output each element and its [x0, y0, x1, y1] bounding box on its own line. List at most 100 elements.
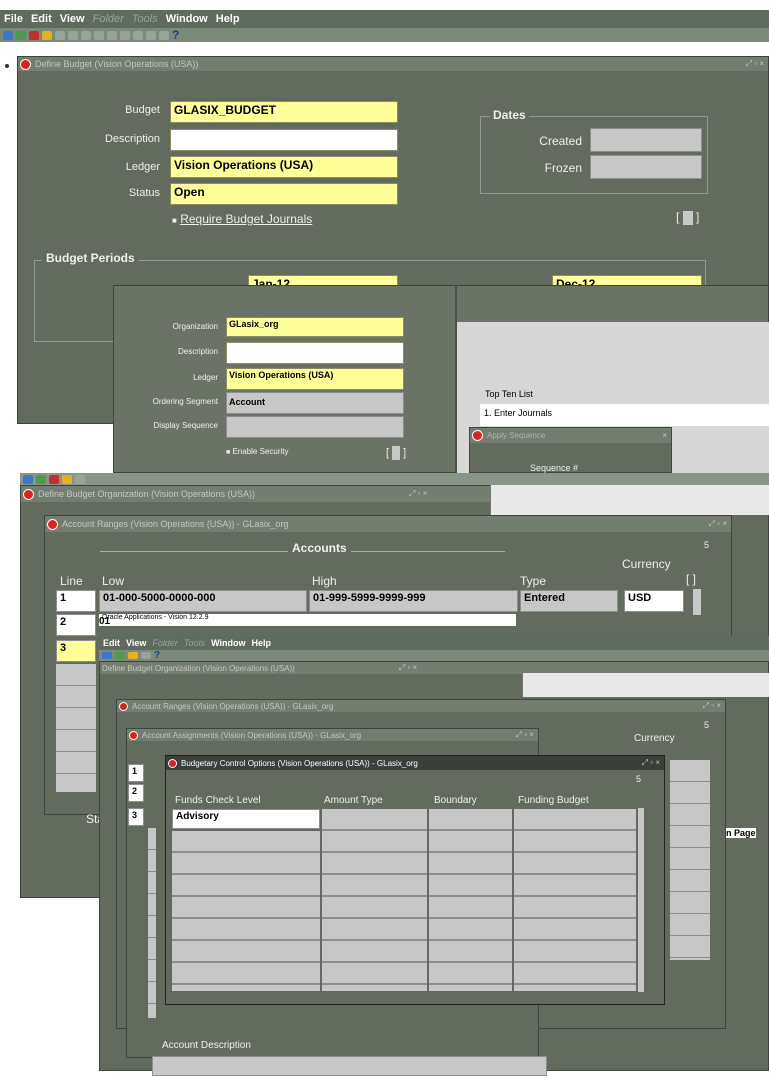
column-flex-icon[interactable]: [ ]: [686, 572, 696, 586]
scrollbar[interactable]: [692, 588, 702, 616]
line-cell[interactable]: 2: [56, 614, 96, 636]
type-cell[interactable]: Entered: [520, 590, 618, 612]
descriptive-flexfield[interactable]: [ ]: [676, 210, 699, 225]
window-controls-icon[interactable]: ⤢ ▫ ×: [409, 489, 431, 499]
edit-icon[interactable]: [141, 652, 151, 659]
bco-arrow-icon: 5: [636, 774, 642, 784]
org-description-field[interactable]: [226, 342, 404, 364]
print-icon[interactable]: [62, 474, 72, 484]
org-ledger-field[interactable]: Vision Operations (USA): [226, 368, 404, 390]
new-icon[interactable]: [102, 652, 112, 659]
save-icon[interactable]: [29, 30, 39, 40]
close-icon[interactable]: [168, 758, 177, 768]
display-sequence-field[interactable]: [226, 416, 404, 438]
ordering-segment-value: Account: [229, 397, 265, 407]
low-cell[interactable]: 01: [99, 616, 110, 627]
paste-icon[interactable]: [94, 30, 104, 40]
close-icon[interactable]: [472, 430, 483, 441]
menu-edit[interactable]: Edit: [103, 638, 120, 648]
org-flexfield[interactable]: [ ]: [386, 446, 406, 460]
window-controls-icon[interactable]: ⤢ ▫ ×: [703, 701, 725, 711]
find-icon[interactable]: [16, 30, 26, 40]
side-line-cell[interactable]: 2: [128, 784, 144, 802]
currency-header: Currency: [622, 557, 671, 571]
window-controls-icon[interactable]: ⤢ ▫ ×: [399, 663, 421, 673]
menu-help[interactable]: Help: [216, 13, 240, 25]
high-cell[interactable]: 01-999-5999-9999-999: [309, 590, 518, 612]
side-line-cell[interactable]: 1: [128, 764, 144, 782]
new-icon[interactable]: [3, 30, 13, 40]
menu-view[interactable]: View: [60, 13, 85, 25]
description-field[interactable]: [170, 129, 398, 151]
bco-grid-col2: [322, 809, 427, 991]
help-question-icon[interactable]: ?: [172, 28, 179, 42]
budget-field[interactable]: GLASIX_BUDGET: [170, 101, 398, 123]
window-title: Account Ranges (Vision Operations (USA))…: [132, 701, 334, 711]
copy-icon[interactable]: [81, 30, 91, 40]
top-ten-item[interactable]: 1. Enter Journals: [484, 408, 552, 418]
close-icon[interactable]: [47, 518, 58, 530]
accounts-header: Accounts: [288, 541, 351, 555]
low-cell[interactable]: 01-000-5000-0000-000: [99, 590, 307, 612]
funds-check-cell[interactable]: Advisory: [172, 809, 320, 829]
close-icon[interactable]: [23, 488, 34, 500]
menu-edit[interactable]: Edit: [31, 13, 52, 25]
close-icon[interactable]: [129, 730, 138, 740]
find-icon[interactable]: [36, 474, 46, 484]
cut-icon[interactable]: [68, 30, 78, 40]
require-journals-checkbox[interactable]: ■ Require Budget Journals: [172, 212, 312, 226]
translate-icon[interactable]: [159, 30, 169, 40]
print-icon[interactable]: [42, 30, 52, 40]
print-icon[interactable]: [128, 652, 138, 659]
window-controls-icon[interactable]: ⤢ ▫ ×: [516, 730, 538, 740]
ordering-segment-field[interactable]: Account: [226, 392, 404, 414]
window-titlebar: Account Ranges (Vision Operations (USA))…: [45, 516, 731, 532]
close-icon[interactable]: [119, 701, 128, 711]
edit-icon[interactable]: [133, 30, 143, 40]
top-ten-list[interactable]: 1. Enter Journals: [480, 404, 769, 426]
apply-sequence-popup: Apply Sequence × Sequence #: [469, 427, 672, 473]
delete-icon[interactable]: [120, 30, 130, 40]
menu-window[interactable]: Window: [166, 13, 208, 25]
menu-window[interactable]: Window: [211, 638, 245, 648]
new-icon[interactable]: [23, 474, 33, 484]
account-description-field[interactable]: [152, 1056, 547, 1076]
created-field[interactable]: [590, 128, 702, 152]
window-controls-icon[interactable]: ⤢ ▫ ×: [709, 519, 731, 529]
window-controls-icon[interactable]: ⤢ ▫ ×: [746, 59, 768, 69]
window-controls-icon[interactable]: ⤢ ▫ ×: [642, 758, 664, 768]
menu-help[interactable]: Help: [251, 638, 271, 648]
enable-security-checkbox[interactable]: ■ Enable Security: [226, 447, 289, 456]
save-icon[interactable]: [49, 474, 59, 484]
status-field[interactable]: Open: [170, 183, 398, 205]
side-line-cell[interactable]: 3: [128, 808, 144, 826]
right-white-panel: [490, 485, 769, 515]
bco-grid-col3: [429, 809, 512, 991]
ledger-field[interactable]: Vision Operations (USA): [170, 156, 398, 178]
close-icon[interactable]: [20, 58, 31, 70]
description-label: Description: [104, 133, 160, 145]
organization-field[interactable]: GLasix_org: [226, 317, 404, 337]
help-question-icon[interactable]: ?: [154, 650, 160, 661]
page-text: n Page: [726, 828, 756, 838]
edit-icon[interactable]: [75, 474, 85, 484]
line-cell[interactable]: 3: [56, 640, 96, 662]
bco-scrollbar[interactable]: [637, 807, 645, 993]
close-form-icon[interactable]: [55, 30, 65, 40]
currency-cell[interactable]: USD: [624, 590, 684, 612]
find-icon[interactable]: [115, 652, 125, 659]
menu-bar-2: Edit View Folder Tools Window Help: [99, 636, 769, 650]
menu-file[interactable]: File: [4, 13, 23, 25]
frozen-field[interactable]: [590, 155, 702, 179]
clear-icon[interactable]: [107, 30, 117, 40]
zoom-icon[interactable]: [146, 30, 156, 40]
line-cell[interactable]: 1: [56, 590, 96, 612]
window-titlebar: Define Budget (Vision Operations (USA)) …: [18, 57, 768, 71]
menu-view[interactable]: View: [126, 638, 146, 648]
popup-close-icon[interactable]: ×: [662, 431, 671, 440]
top-ten-label: Top Ten List: [485, 389, 533, 399]
menu-tools: Tools: [183, 638, 206, 648]
display-sequence-label: Display Sequence: [153, 421, 218, 430]
bco-grid-col1: [172, 831, 320, 991]
bullet-dot: [5, 64, 9, 68]
